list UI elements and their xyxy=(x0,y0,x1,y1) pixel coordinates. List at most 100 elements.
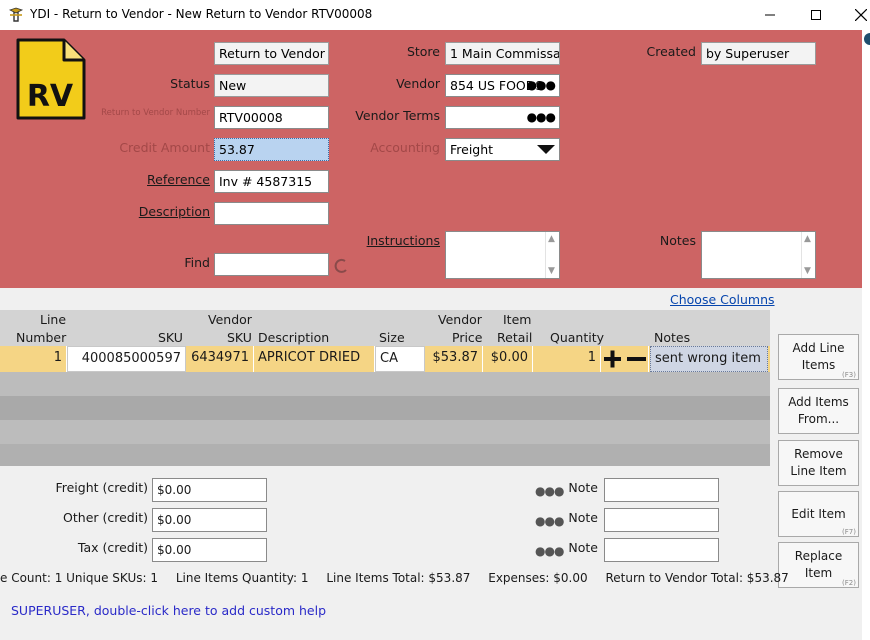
grid-header: Line Number SKU Vendor SKU Description S… xyxy=(0,310,770,346)
col-header-vendor-price-2[interactable]: Price xyxy=(452,329,483,346)
col-header-quantity[interactable]: Quantity xyxy=(550,329,604,346)
doc-type-field: Return to Vendor xyxy=(214,42,329,65)
summary-line-qty: Line Items Quantity: 1 xyxy=(175,571,309,585)
rtv-number-field[interactable]: RTV00008 xyxy=(214,106,329,129)
vendor-terms-label: Vendor Terms xyxy=(355,108,440,123)
vendor-terms-field[interactable]: ●●● xyxy=(445,106,560,129)
empty-row[interactable] xyxy=(0,396,770,420)
col-header-notes[interactable]: Notes xyxy=(654,329,690,346)
accounting-label: Accounting xyxy=(370,140,440,155)
freight-note-field[interactable] xyxy=(604,478,719,502)
accounting-select[interactable]: Freight xyxy=(445,138,560,161)
close-button[interactable] xyxy=(839,0,870,30)
col-header-line[interactable]: Line xyxy=(40,311,66,328)
notes-textarea[interactable]: ▲ ▼ xyxy=(701,231,816,279)
freight-credit-label: Freight (credit) xyxy=(55,480,148,495)
col-header-item-retail-1[interactable]: Item xyxy=(503,311,531,328)
credit-amount-field[interactable]: 53.87 xyxy=(214,138,329,161)
add-items-from-label-1: Add Items xyxy=(788,395,849,409)
title-bar: YDI - Return to Vendor - New Return to V… xyxy=(0,0,870,30)
cell-notes[interactable]: sent wrong item xyxy=(650,346,768,372)
window-edge xyxy=(862,30,870,640)
col-header-size[interactable]: Size xyxy=(379,329,405,346)
col-header-line-number[interactable]: Number xyxy=(16,329,66,346)
status-label: Status xyxy=(170,76,210,91)
col-header-vendor-price-1[interactable]: Vendor xyxy=(438,311,482,328)
window-title: YDI - Return to Vendor - New Return to V… xyxy=(30,7,373,21)
summary-count: e Count: 1 Unique SKUs: 1 xyxy=(0,571,158,585)
add-line-items-button[interactable]: Add Line Items (F3) xyxy=(778,334,859,380)
dropdown-arrow-icon xyxy=(537,145,555,154)
maximize-button[interactable] xyxy=(793,0,839,30)
choose-columns-link[interactable]: Choose Columns xyxy=(670,292,775,307)
col-header-vendor[interactable]: Vendor xyxy=(208,311,252,328)
other-note-field[interactable] xyxy=(604,508,719,532)
freight-note-label: Note xyxy=(568,480,598,495)
plus-icon xyxy=(604,350,621,368)
scroll-up-icon[interactable]: ▲ xyxy=(804,234,811,244)
edge-indicator-icon xyxy=(864,33,870,45)
remove-line-item-button[interactable]: Remove Line Item xyxy=(778,440,859,486)
instructions-textarea[interactable]: ▲ ▼ xyxy=(445,231,560,279)
edit-item-button[interactable]: Edit Item (F7) xyxy=(778,491,859,537)
cell-quantity[interactable]: 1 xyxy=(533,346,601,372)
empty-row[interactable] xyxy=(0,420,770,444)
add-items-from-button[interactable]: Add Items From... xyxy=(778,388,859,434)
vendor-lookup-dots-icon[interactable]: ●●● xyxy=(527,78,556,92)
created-label: Created xyxy=(646,44,696,59)
custom-help-link[interactable]: SUPERUSER, double-click here to add cust… xyxy=(11,603,326,618)
description-field[interactable] xyxy=(214,202,329,225)
status-field: New xyxy=(214,74,329,97)
find-field[interactable] xyxy=(214,253,329,276)
close-icon xyxy=(855,9,867,21)
freight-credit-field[interactable]: $0.00 xyxy=(152,478,267,502)
empty-row[interactable] xyxy=(0,372,770,396)
notes-scrollbar[interactable]: ▲ ▼ xyxy=(801,232,815,278)
summary-expenses: Expenses: $0.00 xyxy=(488,571,588,585)
col-header-item-retail-2[interactable]: Retail xyxy=(497,329,532,346)
other-credit-field[interactable]: $0.00 xyxy=(152,508,267,532)
cell-sku[interactable]: 400085000597 xyxy=(67,346,186,372)
col-header-vendor-sku[interactable]: SKU xyxy=(227,329,252,346)
ydi-app-icon xyxy=(8,7,24,23)
summary-rtv-total: Return to Vendor Total: $53.87 xyxy=(605,571,789,585)
empty-row[interactable] xyxy=(0,444,770,466)
scroll-down-icon[interactable]: ▼ xyxy=(548,266,555,276)
cell-line-number[interactable]: 1 xyxy=(0,346,67,372)
add-line-items-label-1: Add Line xyxy=(792,341,845,355)
reference-label: Reference xyxy=(80,172,210,187)
hotkey-hint: (F7) xyxy=(842,528,856,536)
tax-credit-label: Tax (credit) xyxy=(77,540,148,555)
cell-vendor-sku[interactable]: 6434971 xyxy=(186,346,254,372)
minimize-button[interactable] xyxy=(747,0,793,30)
minimize-icon xyxy=(765,14,775,16)
cell-item-retail[interactable]: $0.00 xyxy=(483,346,533,372)
cell-size[interactable]: CA xyxy=(375,346,425,372)
other-note-label: Note xyxy=(568,510,598,525)
table-row[interactable]: 1 400085000597 6434971 APRICOT DRIED CA … xyxy=(0,346,770,372)
credit-amount-label: Credit Amount xyxy=(119,140,210,155)
rtv-header-panel: RV Return to Vendor Status New Return to… xyxy=(0,30,862,288)
notes-label: Notes xyxy=(659,233,696,248)
remove-line-item-label-1: Remove xyxy=(794,447,843,461)
instructions-label-text: Instructions xyxy=(366,233,440,248)
reference-field[interactable]: Inv # 4587315 xyxy=(214,170,329,193)
tax-credit-field[interactable]: $0.00 xyxy=(152,538,267,562)
line-items-grid[interactable]: Line Number SKU Vendor SKU Description S… xyxy=(0,310,770,466)
scroll-up-icon[interactable]: ▲ xyxy=(548,234,555,244)
vendor-field[interactable]: 854 US FOODS ●●● xyxy=(445,74,560,97)
col-header-sku[interactable]: SKU xyxy=(158,329,183,346)
cell-vendor-price[interactable]: $53.87 xyxy=(425,346,483,372)
cell-description[interactable]: APRICOT DRIED xyxy=(254,346,375,372)
quantity-stepper[interactable] xyxy=(601,346,649,372)
hotkey-hint: (F3) xyxy=(842,371,856,379)
remove-line-item-label-2: Line Item xyxy=(790,464,847,478)
replace-item-button[interactable]: Replace Item (F2) xyxy=(778,542,859,588)
rtv-number-label: Return to Vendor Number xyxy=(101,108,210,118)
instructions-scrollbar[interactable]: ▲ ▼ xyxy=(545,232,559,278)
scroll-down-icon[interactable]: ▼ xyxy=(804,266,811,276)
tax-note-label: Note xyxy=(568,540,598,555)
tax-note-field[interactable] xyxy=(604,538,719,562)
vendor-terms-lookup-dots-icon[interactable]: ●●● xyxy=(527,110,556,124)
col-header-description[interactable]: Description xyxy=(258,329,329,346)
